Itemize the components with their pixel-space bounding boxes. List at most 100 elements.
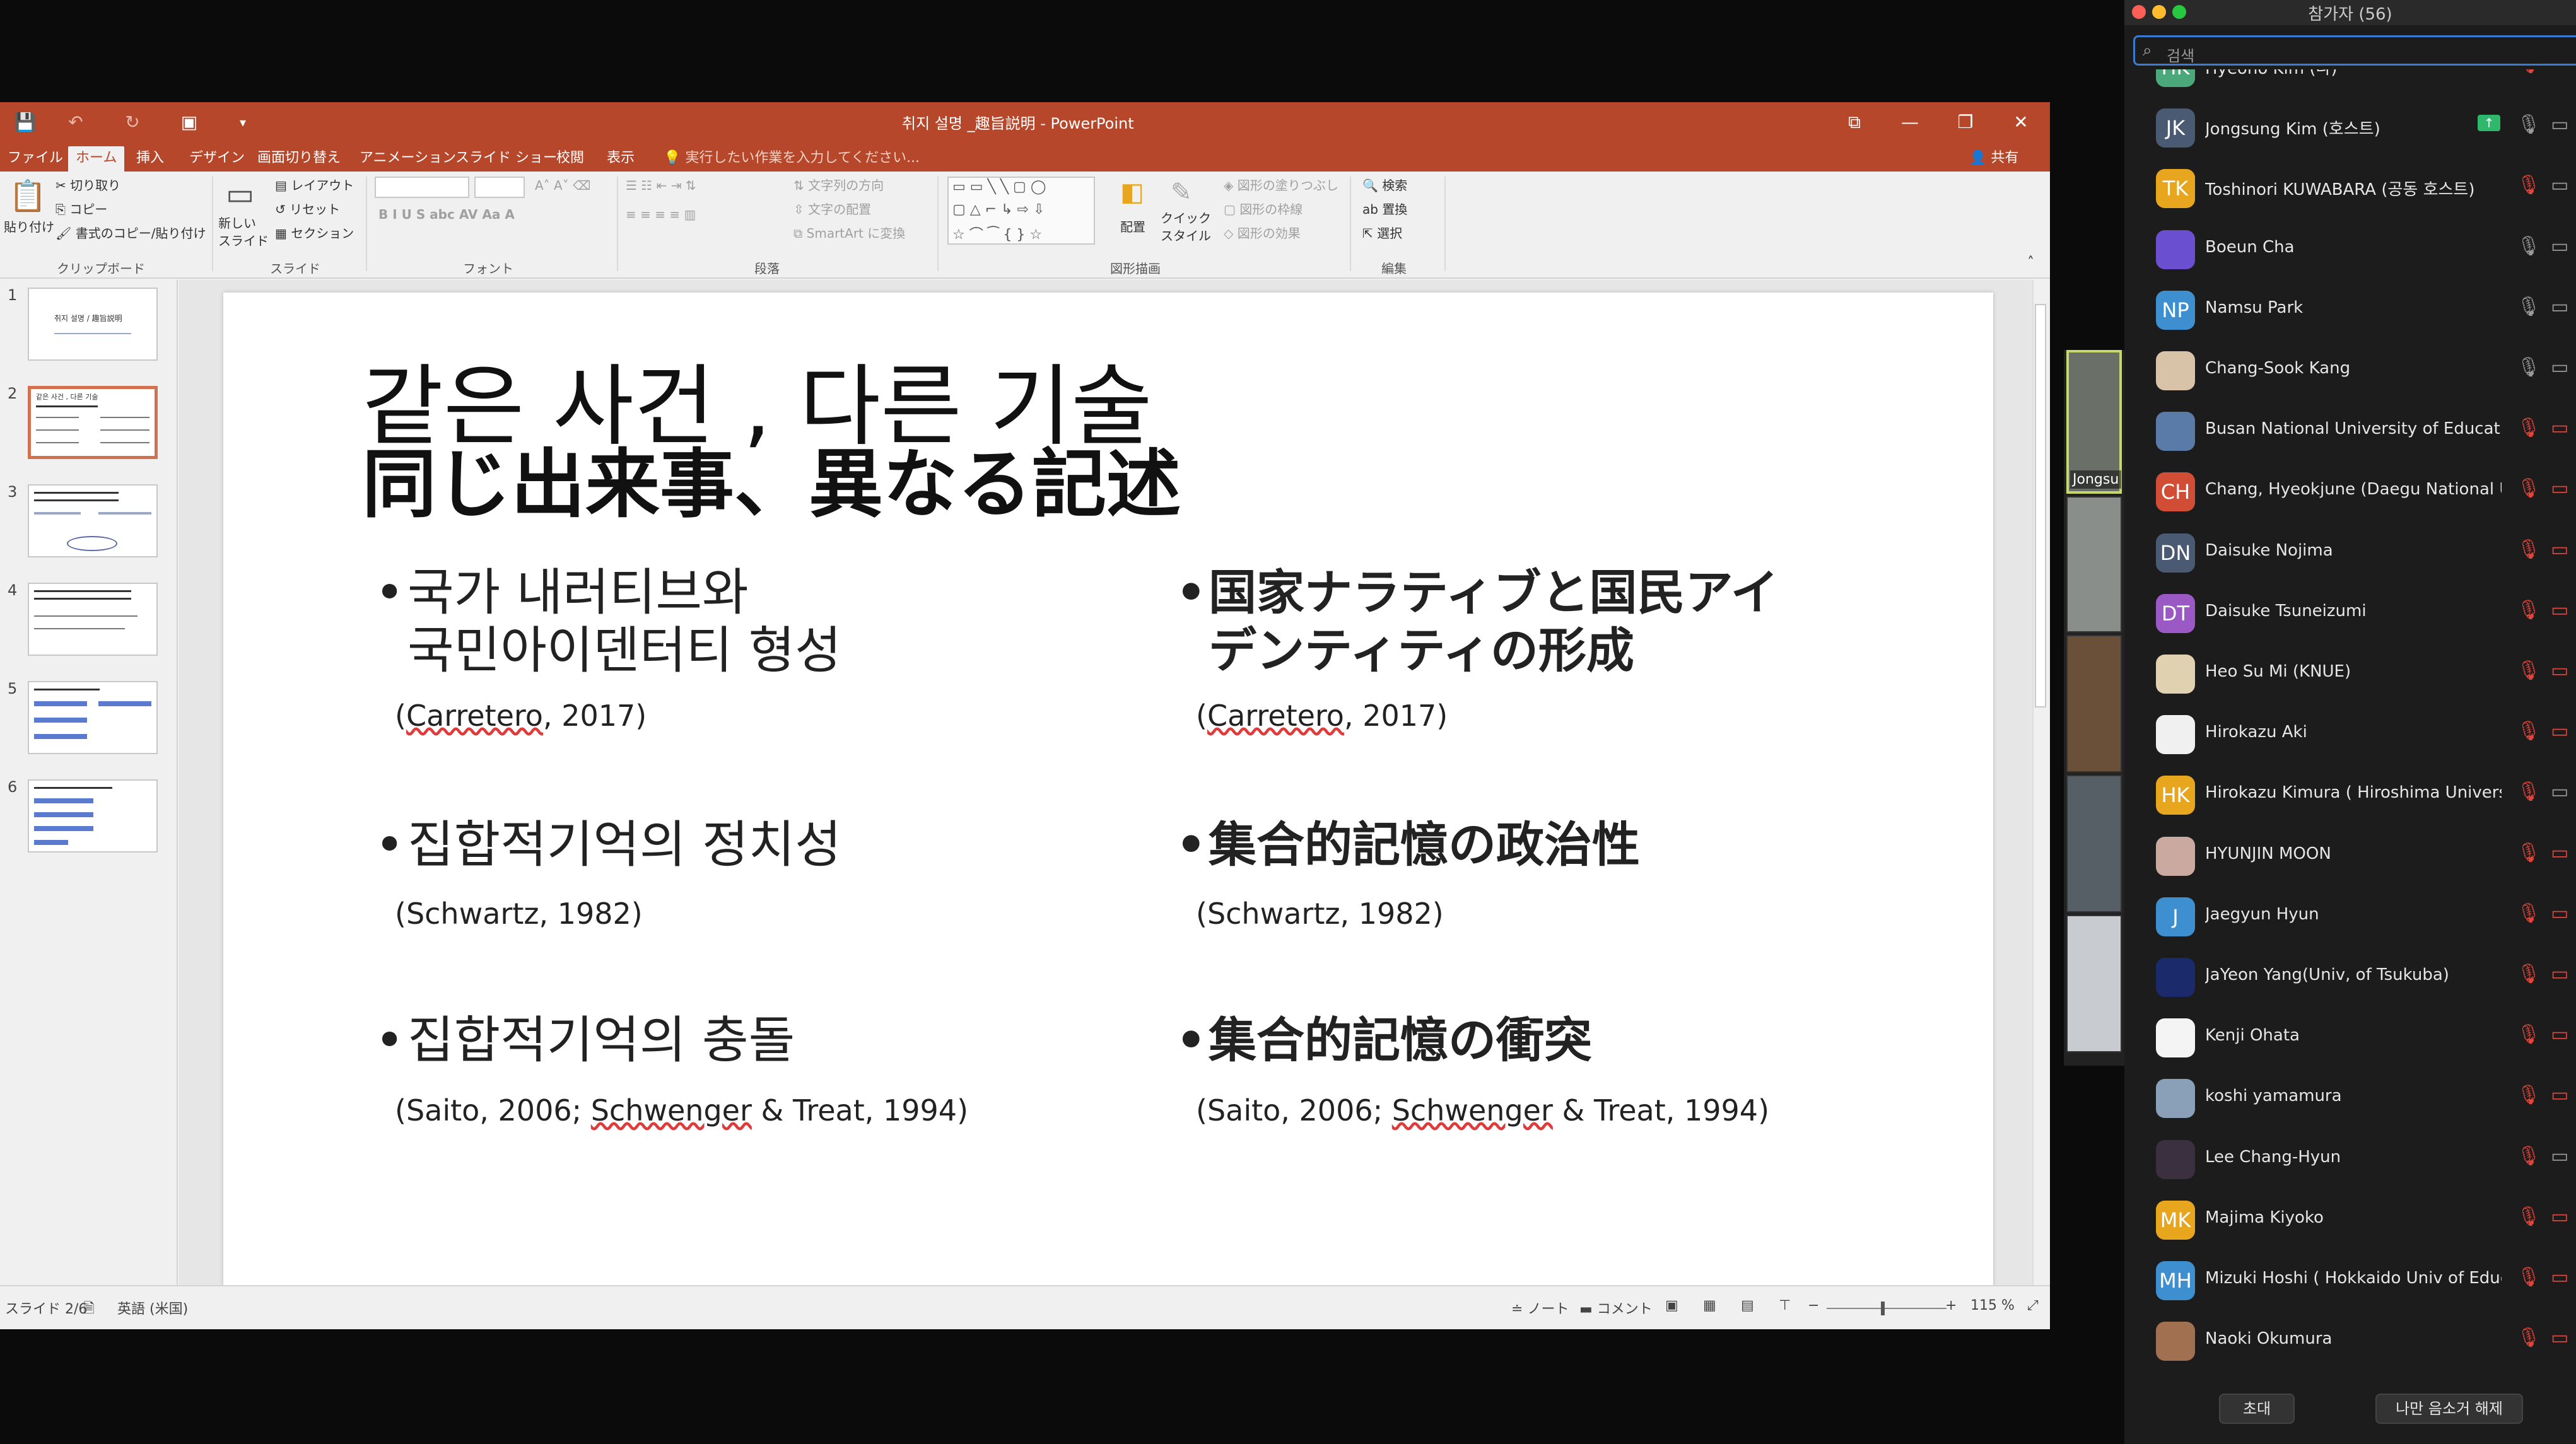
tab-file[interactable]: ファイル — [0, 146, 71, 172]
font-name-dropdown[interactable] — [375, 177, 469, 198]
slide-thumbnail-6[interactable] — [28, 779, 158, 853]
save-icon[interactable]: 💾 — [13, 110, 38, 135]
citation-ko-1[interactable]: (Carretero, 2017) — [395, 699, 647, 733]
camera-icon[interactable]: ▭ — [2551, 235, 2568, 257]
camera-icon[interactable]: ▭ — [2551, 1145, 2568, 1167]
quick-styles-icon[interactable]: ✎ — [1171, 178, 1192, 207]
participant-row[interactable]: J Jaegyun Hyun 🎙 ▭ — [2124, 886, 2576, 946]
zoom-level[interactable]: 115 % — [1970, 1298, 2015, 1313]
shape-fill-button[interactable]: ◈ 図形の塗りつぶし — [1224, 175, 1338, 194]
citation-ko-2[interactable]: (Schwartz, 1982) — [395, 897, 643, 931]
participant-row[interactable]: MH Mizuki Hoshi ( Hokkaido Univ of Educ..… — [2124, 1250, 2576, 1310]
participant-row[interactable]: JK Jongsung Kim (호스트) ↑ 🎙 ▭ — [2124, 97, 2576, 158]
camera-icon[interactable]: ▭ — [2551, 781, 2568, 803]
zoom-in-button[interactable]: + — [1945, 1298, 1957, 1313]
participant-row[interactable]: JaYeon Yang(Univ, of Tsukuba) 🎙 ▭ — [2124, 946, 2576, 1007]
citation-ko-3[interactable]: (Saito, 2006; Schwenger & Treat, 1994) — [395, 1093, 968, 1127]
participant-row[interactable]: HK Hyeoho Kim (나) 🎙 ▭ — [2124, 69, 2576, 97]
tab-home[interactable]: ホーム — [68, 146, 125, 172]
citation-ja-3[interactable]: (Saito, 2006; Schwenger & Treat, 1994) — [1196, 1093, 1769, 1127]
tell-me-search[interactable]: 💡 実行したい作業を入力してください... — [656, 146, 927, 172]
mic-icon[interactable]: 🎙 — [2517, 235, 2541, 257]
bullet-ko-2[interactable]: •집합적기억의 정치성 — [375, 816, 841, 874]
section-button[interactable]: ▦ セクション — [275, 223, 354, 242]
camera-off-icon[interactable]: ▭ — [2551, 1023, 2568, 1045]
invite-button[interactable]: 초대 — [2219, 1394, 2295, 1424]
camera-off-icon[interactable]: ▭ — [2551, 1327, 2568, 1349]
mic-muted-icon[interactable]: 🎙 — [2517, 720, 2541, 742]
camera-off-icon[interactable]: ▭ — [2551, 417, 2568, 439]
close-button[interactable]: ✕ — [2008, 110, 2034, 135]
mic-muted-icon[interactable]: 🎙 — [2517, 842, 2541, 864]
mic-muted-icon[interactable]: 🎙 — [2517, 417, 2541, 439]
fit-to-window-icon[interactable]: ⤢ — [2027, 1298, 2039, 1313]
mic-icon[interactable]: 🎙 — [2517, 296, 2541, 318]
bullet-ja-1-line2[interactable]: デンティティの形成 — [1209, 622, 1634, 680]
tab-insert[interactable]: 挿入 — [129, 146, 172, 172]
participant-row[interactable]: MK Majima Kiyoko 🎙 ▭ — [2124, 1189, 2576, 1250]
participant-row[interactable]: CH Chang, Hyeokjune (Daegu National U... 🎙… — [2124, 461, 2576, 521]
participant-search-input[interactable]: ⌕ 검색 — [2133, 35, 2576, 66]
citation-ja-1[interactable]: (Carretero, 2017) — [1196, 699, 1448, 733]
paste-label[interactable]: 貼り付け — [4, 217, 54, 235]
bullet-ja-1[interactable]: •国家ナラティブと国民アイ — [1176, 564, 1779, 622]
slide-title-japanese[interactable]: 同じ出来事、異なる記述 — [362, 424, 1181, 532]
mic-muted-icon[interactable]: 🎙 — [2517, 539, 2541, 561]
participant-row[interactable]: Heo Su Mi (KNUE) 🎙 ▭ — [2124, 643, 2576, 704]
alignment-buttons[interactable]: ≡ ≡ ≡ ≡ ▥ — [626, 207, 696, 222]
participant-row[interactable]: Naoki Okumura 🎙 ▭ — [2124, 1310, 2576, 1371]
mic-icon[interactable]: 🎙 — [2517, 114, 2541, 136]
scrollbar-thumb[interactable] — [2035, 304, 2046, 707]
smartart-button[interactable]: ⧉ SmartArt に変換 — [793, 223, 905, 242]
mic-muted-icon[interactable]: 🎙 — [2517, 477, 2541, 499]
paste-icon[interactable]: 📋 — [9, 178, 47, 214]
slide-thumbnail-2[interactable]: 같은 사건 , 다른 기술 — [28, 386, 158, 459]
camera-off-icon[interactable]: ▭ — [2551, 1084, 2568, 1106]
customize-qat-icon[interactable]: ▾ — [230, 110, 255, 135]
video-tile[interactable] — [2066, 635, 2122, 772]
camera-icon[interactable]: ▭ — [2551, 356, 2568, 378]
quick-styles-label[interactable]: クイック スタイル — [1161, 209, 1211, 245]
camera-off-icon[interactable]: ▭ — [2551, 539, 2568, 561]
bullet-ko-1-line2[interactable]: 국민아이덴터티 형성 — [407, 622, 841, 680]
cut-button[interactable]: ✂ 切り取り — [56, 175, 120, 194]
select-button[interactable]: ⇱ 選択 — [1362, 223, 1402, 242]
bullet-ko-3[interactable]: •집합적기억의 충돌 — [375, 1011, 795, 1069]
mic-muted-icon[interactable]: 🎙 — [2517, 1084, 2541, 1106]
mic-muted-icon[interactable]: 🎙 — [2517, 69, 2541, 75]
font-size-dropdown[interactable] — [474, 177, 525, 198]
tab-review[interactable]: 校閲 — [549, 146, 592, 172]
notes-button[interactable]: ≐ ノート — [1511, 1298, 1569, 1318]
slide[interactable]: 같은 사건 , 다른 기술 同じ出来事、異なる記述 •국가 내러티브와 국민아이… — [223, 293, 1993, 1288]
participant-row[interactable]: Lee Chang-Hyun 🎙 ▭ — [2124, 1129, 2576, 1189]
video-tile[interactable] — [2066, 775, 2122, 912]
participant-row[interactable]: DN Daisuke Nojima 🎙 ▭ — [2124, 522, 2576, 583]
start-slideshow-icon[interactable]: ▣ — [177, 110, 202, 135]
shape-effects-button[interactable]: ◇ 図形の効果 — [1224, 223, 1301, 242]
slide-thumbnail-5[interactable] — [28, 681, 158, 754]
normal-view-icon[interactable]: ▣ — [1665, 1298, 1678, 1313]
unmute-me-button[interactable]: 나만 음소거 해제 — [2375, 1394, 2523, 1424]
participant-row[interactable]: HK Hirokazu Kimura ( Hiroshima Universi..… — [2124, 764, 2576, 825]
arrange-label[interactable]: 配置 — [1120, 217, 1145, 235]
layout-button[interactable]: ▤ レイアウト — [275, 175, 354, 194]
camera-off-icon[interactable]: ▭ — [2551, 842, 2568, 864]
participant-row[interactable]: NP Namsu Park 🎙 ▭ — [2124, 279, 2576, 340]
minimize-button[interactable]: — — [1897, 110, 1923, 135]
list-buttons[interactable]: ☰ ☷ ⇤ ⇥ ⇅ — [626, 178, 696, 193]
zoom-slider[interactable] — [1827, 1308, 1947, 1309]
citation-ja-2[interactable]: (Schwartz, 1982) — [1196, 897, 1444, 931]
bullet-ko-1[interactable]: •국가 내러티브와 — [375, 564, 749, 622]
participant-row[interactable]: Hirokazu Aki 🎙 ▭ — [2124, 704, 2576, 764]
mic-muted-icon[interactable]: 🎙 — [2517, 599, 2541, 621]
new-slide-icon[interactable]: ▭ — [226, 177, 254, 212]
reading-view-icon[interactable]: ▤ — [1741, 1298, 1754, 1313]
restore-button[interactable]: ❐ — [1953, 110, 1978, 135]
mic-muted-icon[interactable]: 🎙 — [2517, 781, 2541, 803]
tab-view[interactable]: 表示 — [599, 146, 642, 172]
mic-icon[interactable]: 🎙 — [2517, 356, 2541, 378]
camera-off-icon[interactable]: ▭ — [2551, 902, 2568, 924]
spell-check-icon[interactable]: 🗎 — [83, 1298, 95, 1322]
redo-icon[interactable]: ↻ — [120, 110, 145, 135]
camera-off-icon[interactable]: ▭ — [2551, 1266, 2568, 1288]
